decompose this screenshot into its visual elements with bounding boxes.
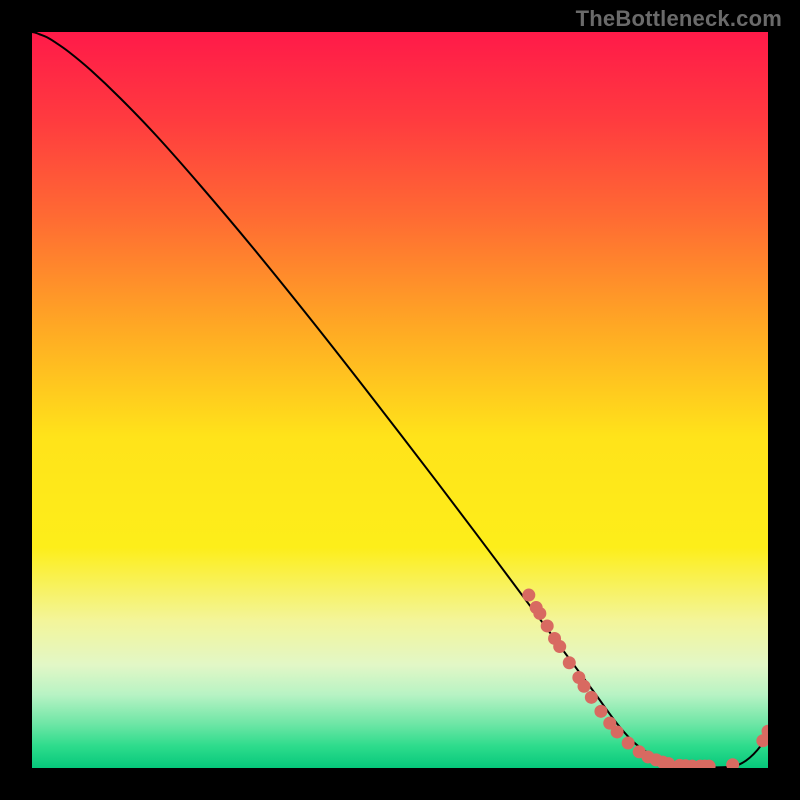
curve-marker: [578, 680, 591, 693]
curve-marker: [541, 619, 554, 632]
curve-marker: [533, 607, 546, 620]
plot-area: [32, 32, 768, 768]
curve-marker: [594, 705, 607, 718]
chart-stage: TheBottleneck.com: [0, 0, 800, 800]
curve-marker: [563, 656, 576, 669]
curve-marker: [522, 589, 535, 602]
watermark-text: TheBottleneck.com: [576, 6, 782, 32]
curve-marker: [611, 725, 624, 738]
curve-marker: [585, 691, 598, 704]
plot-svg: [32, 32, 768, 768]
curve-marker: [553, 640, 566, 653]
curve-marker: [622, 736, 635, 749]
background-rect: [32, 32, 768, 768]
